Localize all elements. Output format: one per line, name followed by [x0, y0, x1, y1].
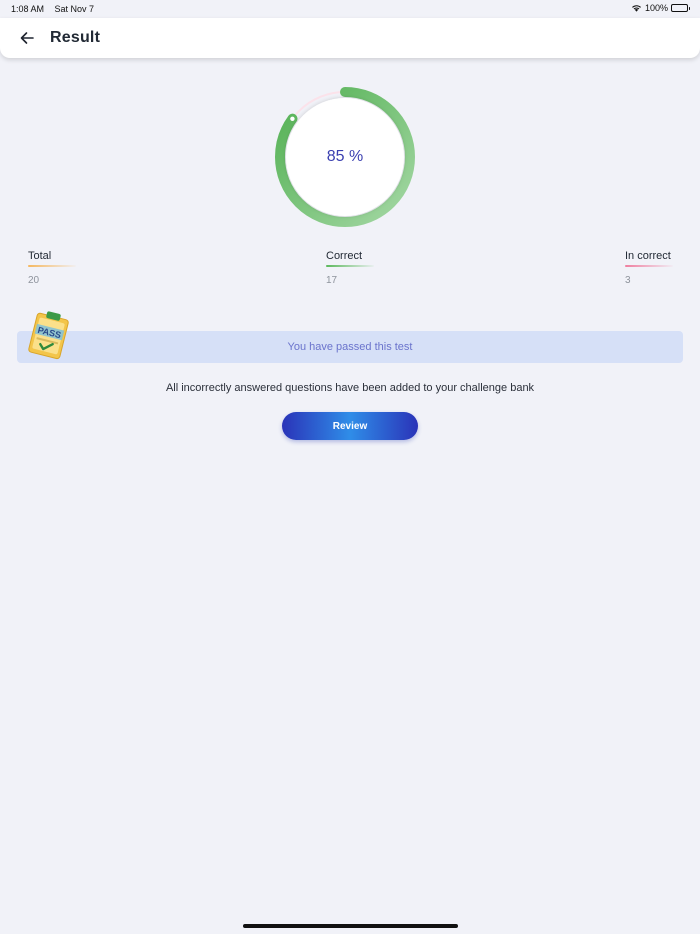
status-bar: 1:08 AM Sat Nov 7 100%	[0, 0, 700, 18]
wifi-icon	[631, 5, 641, 12]
status-time: 1:08 AM	[11, 4, 45, 14]
stat-total-bar	[28, 265, 76, 267]
stat-incorrect: In correct 3	[625, 250, 673, 286]
score-gauge: 85 %	[270, 82, 420, 232]
app-bar: Result	[0, 18, 700, 58]
result-banner: You have passed this test	[17, 331, 683, 363]
battery-percent: 100%	[644, 3, 668, 13]
pass-clipboard-icon: PASS	[28, 311, 69, 360]
stat-incorrect-label: In correct	[625, 250, 671, 262]
stat-correct-value: 17	[326, 275, 338, 286]
stat-total: Total 20	[28, 250, 76, 286]
stat-total-value: 20	[28, 275, 40, 286]
stat-total-label: Total	[28, 250, 52, 262]
score-percent: 85 %	[326, 148, 364, 165]
stat-correct-bar	[326, 265, 374, 267]
stat-incorrect-value: 3	[625, 275, 631, 286]
stat-correct-label: Correct	[326, 250, 363, 262]
result-message: You have passed this test	[287, 341, 413, 353]
back-arrow-icon[interactable]	[19, 30, 35, 46]
challenge-bank-info: All incorrectly answered questions have …	[165, 382, 535, 394]
home-indicator[interactable]	[243, 924, 458, 928]
status-date: Sat Nov 7	[54, 4, 95, 14]
page-title: Result	[50, 29, 101, 46]
review-button[interactable]: Review	[282, 412, 418, 440]
battery-icon	[671, 4, 690, 12]
stat-correct: Correct 17	[326, 250, 374, 286]
stat-incorrect-bar	[625, 265, 673, 267]
